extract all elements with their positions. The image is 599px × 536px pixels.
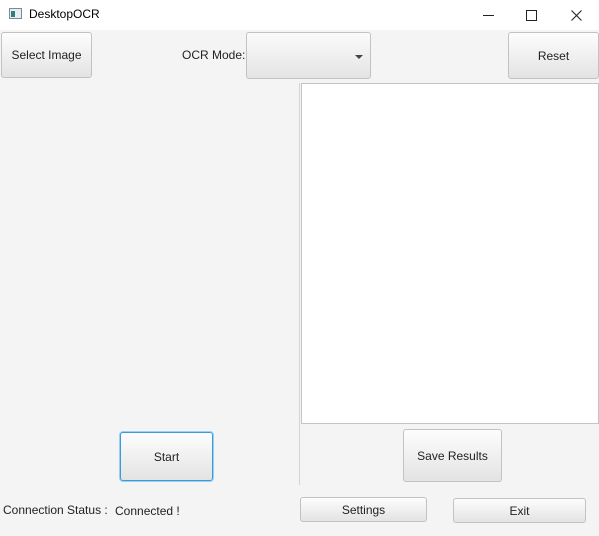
save-results-button[interactable]: Save Results bbox=[403, 429, 502, 482]
ocr-mode-dropdown[interactable] bbox=[246, 32, 371, 79]
settings-button[interactable]: Settings bbox=[300, 497, 427, 522]
connection-status-label: Connection Status : bbox=[3, 503, 108, 517]
window-title: DesktopOCR bbox=[29, 7, 100, 21]
ocr-mode-label: OCR Mode: bbox=[182, 48, 246, 62]
minimize-button[interactable] bbox=[465, 0, 511, 30]
maximize-icon bbox=[525, 9, 537, 21]
close-icon bbox=[570, 9, 582, 21]
maximize-button[interactable] bbox=[508, 0, 554, 30]
chevron-down-icon bbox=[355, 55, 363, 59]
select-image-button[interactable]: Select Image bbox=[1, 32, 92, 78]
minimize-icon bbox=[482, 14, 494, 16]
ocr-results-textarea[interactable] bbox=[301, 83, 599, 424]
close-button[interactable] bbox=[553, 0, 599, 30]
reset-button[interactable]: Reset bbox=[508, 32, 599, 79]
connection-status-value: Connected ! bbox=[115, 504, 180, 518]
start-button[interactable]: Start bbox=[120, 432, 213, 481]
panel-divider bbox=[299, 83, 300, 485]
app-icon bbox=[9, 8, 22, 19]
title-bar: DesktopOCR bbox=[0, 0, 599, 30]
exit-button[interactable]: Exit bbox=[453, 498, 586, 523]
